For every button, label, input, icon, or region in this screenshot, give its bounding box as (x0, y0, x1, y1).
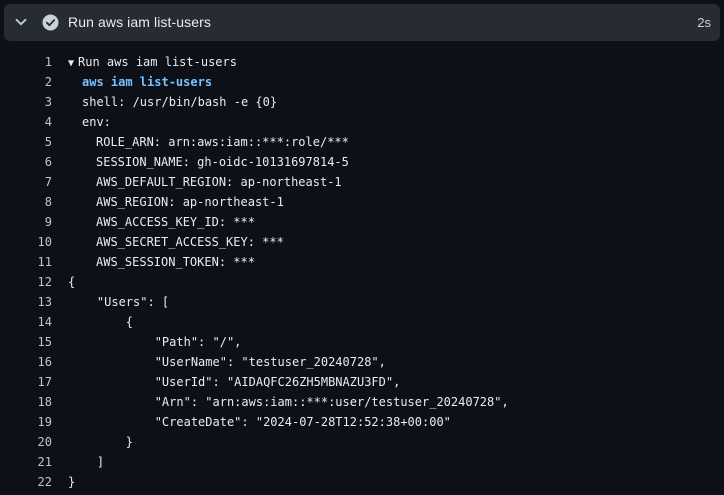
line-number[interactable]: 22 (0, 472, 52, 492)
workflow-log-page: Run aws iam list-users 2s 1 ▼ Run aws iam … (0, 0, 724, 495)
step-header[interactable]: Run aws iam list-users 2s (4, 4, 720, 41)
line-number[interactable]: 19 (0, 412, 52, 432)
line-number[interactable]: 6 (0, 152, 52, 172)
log-text: SESSION_NAME: gh-oidc-10131697814-5 (96, 155, 349, 169)
log-text: AWS_DEFAULT_REGION: ap-northeast-1 (96, 175, 342, 189)
log-line: 8 AWS_REGION: ap-northeast-1 (0, 192, 724, 212)
log-text: ROLE_ARN: arn:aws:iam::***:role/*** (96, 135, 349, 149)
log-line: 15 "Path": "/", (0, 332, 724, 352)
log-line: 6 SESSION_NAME: gh-oidc-10131697814-5 (0, 152, 724, 172)
log-command: aws iam list-users (82, 75, 213, 89)
line-number[interactable]: 20 (0, 432, 52, 452)
line-number[interactable]: 12 (0, 272, 52, 292)
check-circle-icon (42, 14, 59, 31)
step-title: Run aws iam list-users (68, 14, 212, 30)
log-text: "Users": [ (68, 295, 170, 309)
step-duration: 2s (697, 15, 711, 30)
log-text: } (68, 435, 134, 449)
log-text: env: (82, 115, 111, 129)
line-number[interactable]: 10 (0, 232, 52, 252)
line-number[interactable]: 13 (0, 292, 52, 312)
log-text: "UserId": "AIDAQFC26ZH5MBNAZU3FD", (68, 375, 401, 389)
line-number[interactable]: 8 (0, 192, 52, 212)
log-text: AWS_ACCESS_KEY_ID: *** (96, 215, 255, 229)
log-line: 7 AWS_DEFAULT_REGION: ap-northeast-1 (0, 172, 724, 192)
log-text: { (68, 315, 134, 329)
log-line: 2 aws iam list-users (0, 72, 724, 92)
log-line: 16 "UserName": "testuser_20240728", (0, 352, 724, 372)
log-line: 22} (0, 472, 724, 492)
line-number[interactable]: 18 (0, 392, 52, 412)
log-line: 18 "Arn": "arn:aws:iam::***:user/testuse… (0, 392, 724, 412)
log-line: 5 ROLE_ARN: arn:aws:iam::***:role/*** (0, 132, 724, 152)
line-number[interactable]: 3 (0, 92, 52, 112)
line-number[interactable]: 17 (0, 372, 52, 392)
log-line: 20 } (0, 432, 724, 452)
log-text: "Path": "/", (68, 335, 242, 349)
group-toggle[interactable]: ▼ Run aws iam list-users (68, 52, 237, 74)
line-number[interactable]: 2 (0, 72, 52, 92)
log-line: 4 env: (0, 112, 724, 132)
log-text: "CreateDate": "2024-07-28T12:52:38+00:00… (68, 415, 451, 429)
log-line: 17 "UserId": "AIDAQFC26ZH5MBNAZU3FD", (0, 372, 724, 392)
line-number[interactable]: 15 (0, 332, 52, 352)
line-number[interactable]: 7 (0, 172, 52, 192)
log-line: 14 { (0, 312, 724, 332)
log-line: 21 ] (0, 452, 724, 472)
log-text: "Arn": "arn:aws:iam::***:user/testuser_2… (68, 395, 509, 409)
log-line: 10 AWS_SECRET_ACCESS_KEY: *** (0, 232, 724, 252)
group-label: Run aws iam list-users (78, 55, 237, 69)
line-number[interactable]: 14 (0, 312, 52, 332)
log-line: 19 "CreateDate": "2024-07-28T12:52:38+00… (0, 412, 724, 432)
log-line: 3 shell: /usr/bin/bash -e {0} (0, 92, 724, 112)
line-number[interactable]: 16 (0, 352, 52, 372)
log-text: shell: /usr/bin/bash -e {0} (82, 95, 278, 109)
line-number[interactable]: 5 (0, 132, 52, 152)
line-number[interactable]: 4 (0, 112, 52, 132)
log-text: ] (68, 455, 105, 469)
log-text: AWS_SECRET_ACCESS_KEY: *** (96, 235, 284, 249)
log-line: 1 ▼ Run aws iam list-users (0, 52, 724, 72)
log-text: "UserName": "testuser_20240728", (68, 355, 386, 369)
log-text: AWS_SESSION_TOKEN: *** (96, 255, 255, 269)
log-text: AWS_REGION: ap-northeast-1 (96, 195, 284, 209)
log-output: 1 ▼ Run aws iam list-users 2 aws iam list-us… (0, 52, 724, 492)
chevron-down-icon[interactable] (14, 15, 28, 29)
triangle-down-icon[interactable]: ▼ (68, 58, 74, 69)
log-line: 12 { (0, 272, 724, 292)
line-number[interactable]: 1 (0, 52, 52, 72)
log-line: 9 AWS_ACCESS_KEY_ID: *** (0, 212, 724, 232)
log-line: 11 AWS_SESSION_TOKEN: *** (0, 252, 724, 272)
line-number[interactable]: 21 (0, 452, 52, 472)
line-number[interactable]: 9 (0, 212, 52, 232)
line-number[interactable]: 11 (0, 252, 52, 272)
log-text: { (68, 275, 76, 289)
log-line: 13 "Users": [ (0, 292, 724, 312)
log-text: } (68, 475, 76, 489)
